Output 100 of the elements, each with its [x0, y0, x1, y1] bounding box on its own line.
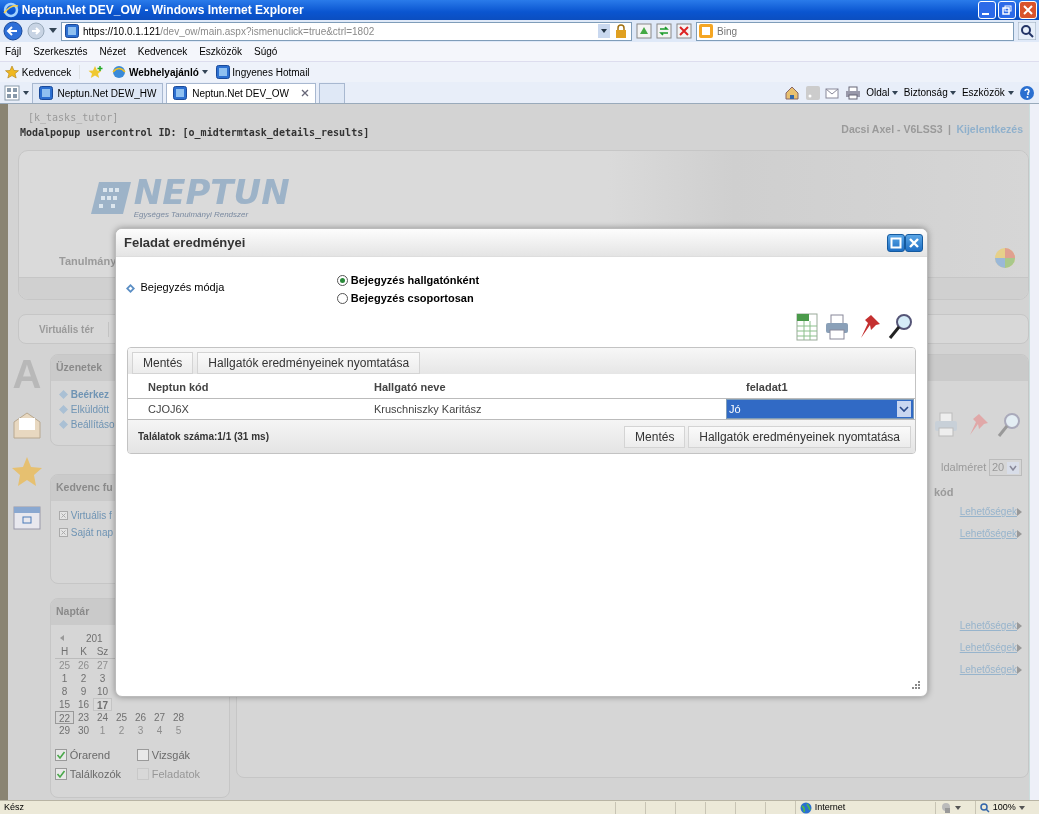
- checkbox-label: Feladatok: [151, 766, 201, 782]
- globe-icon: [800, 801, 812, 814]
- close-button[interactable]: [905, 233, 923, 252]
- browser-logo-icon: [3, 2, 19, 18]
- caret-icon: [1018, 805, 1025, 810]
- caret-icon[interactable]: [954, 805, 961, 810]
- browser-tab[interactable]: Neptun.Net DEW_HW: [31, 82, 164, 103]
- calendar-day[interactable]: 2: [112, 724, 131, 737]
- calendar-day[interactable]: 17: [93, 698, 112, 711]
- checkbox[interactable]: [55, 767, 67, 780]
- menu-item[interactable]: Súgó: [254, 44, 278, 59]
- menu-item[interactable]: Nézet: [99, 44, 126, 59]
- pie-chart-icon: [994, 247, 1016, 269]
- menu-item[interactable]: Eszközök: [199, 44, 242, 59]
- calendar-day[interactable]: 2: [74, 672, 93, 685]
- radio-button[interactable]: [337, 292, 348, 304]
- favorite-link[interactable]: Virtuális f: [70, 508, 112, 523]
- calendar-day[interactable]: 10: [93, 685, 112, 698]
- refresh-icon[interactable]: [656, 23, 672, 39]
- spreadsheet-icon[interactable]: [794, 312, 819, 342]
- command-menu[interactable]: Eszközök: [961, 85, 1014, 100]
- resize-grip-icon[interactable]: [911, 680, 921, 690]
- radio-button[interactable]: [337, 274, 348, 286]
- calendar-day[interactable]: 15: [55, 698, 74, 711]
- star-icon: [11, 456, 43, 488]
- calendar-day[interactable]: 5: [169, 724, 188, 737]
- printer-icon[interactable]: [824, 312, 850, 342]
- toolbar-button[interactable]: Mentés: [132, 352, 194, 374]
- calendar-day[interactable]: 25: [112, 711, 131, 724]
- calendar-day[interactable]: 9: [74, 685, 93, 698]
- calendar-day[interactable]: 22: [55, 711, 74, 724]
- help-icon[interactable]: [1019, 84, 1035, 101]
- weekday-label: K: [79, 645, 88, 658]
- search-field[interactable]: Bing: [696, 21, 1014, 41]
- calendar-day[interactable]: 3: [93, 672, 112, 685]
- checkbox[interactable]: [55, 749, 67, 762]
- mail-icon[interactable]: [825, 86, 840, 99]
- calendar-day[interactable]: 16: [74, 698, 93, 711]
- calendar-day[interactable]: 27: [93, 659, 112, 672]
- zoom-button[interactable]: 100%: [975, 800, 1035, 814]
- favorites-button[interactable]: Kedvencek: [5, 64, 72, 80]
- maximize-button[interactable]: [887, 233, 905, 252]
- toolbar-button[interactable]: Hallgatók eredményeinek nyomtatása: [197, 352, 421, 374]
- message-folder-link[interactable]: Beállításo: [70, 417, 115, 432]
- calendar-day[interactable]: 30: [74, 724, 93, 737]
- address-field[interactable]: https://10.0.1.121/dev_ow/main.aspx?ismenuclick=true&ctrl=1802: [61, 21, 632, 41]
- remove-icon[interactable]: [59, 511, 68, 520]
- browser-tab[interactable]: Neptun.Net DEV_OW: [166, 82, 317, 103]
- calendar-day[interactable]: 29: [55, 724, 74, 737]
- grade-select[interactable]: Jó: [726, 399, 914, 419]
- calendar-day[interactable]: 4: [150, 724, 169, 737]
- message-folder-link[interactable]: Elküldött: [70, 402, 110, 417]
- footer-button[interactable]: Hallgatók eredményeinek nyomtatása: [688, 425, 911, 448]
- calendar-day[interactable]: 3: [131, 724, 150, 737]
- calendar-day[interactable]: 26: [74, 659, 93, 672]
- favorites-link[interactable]: Ingyenes Hotmail: [215, 64, 310, 80]
- calendar-day[interactable]: 8: [55, 685, 74, 698]
- favorites-link[interactable]: Webhelyajánló: [112, 64, 208, 80]
- logo-text: NEPTUN: [133, 175, 290, 209]
- caret-icon[interactable]: [49, 28, 57, 34]
- nav-tab[interactable]: Virtuális tér: [19, 321, 109, 337]
- calendar-day[interactable]: 24: [93, 711, 112, 724]
- magnifier-icon[interactable]: [887, 312, 913, 342]
- printer-icon[interactable]: [844, 85, 861, 100]
- menu-item[interactable]: Szerkesztés: [33, 44, 88, 59]
- caret-icon: [1007, 461, 1019, 474]
- home-icon[interactable]: [784, 85, 801, 100]
- close-icon[interactable]: [301, 89, 310, 97]
- back-button[interactable]: [3, 21, 23, 41]
- check-icon: [56, 750, 66, 761]
- menu-item[interactable]: Tanulmány: [59, 252, 117, 269]
- calendar-day[interactable]: 1: [93, 724, 112, 737]
- favorite-link[interactable]: Saját nap: [70, 525, 113, 540]
- calendar-day[interactable]: 25: [55, 659, 74, 672]
- search-icon[interactable]: [1018, 22, 1036, 40]
- status-text: Kész: [4, 800, 25, 814]
- calendar-day[interactable]: 1: [55, 672, 74, 685]
- message-folder-link[interactable]: Beérkez: [70, 387, 110, 402]
- command-menu[interactable]: Oldal: [866, 85, 899, 100]
- restore-button[interactable]: [998, 1, 1017, 19]
- close-icon: [908, 236, 920, 249]
- caret-icon: [1007, 90, 1014, 95]
- command-menu[interactable]: Biztonság: [903, 85, 957, 100]
- menu-item[interactable]: Fájl: [5, 44, 22, 59]
- remove-icon[interactable]: [59, 528, 68, 537]
- calendar-day[interactable]: 27: [150, 711, 169, 724]
- minimize-button[interactable]: [977, 1, 996, 19]
- calendar-day[interactable]: 28: [169, 711, 188, 724]
- checkbox[interactable]: [137, 749, 149, 762]
- add-favorite-icon[interactable]: [88, 65, 105, 79]
- caret-icon[interactable]: [22, 90, 29, 95]
- scrollbar[interactable]: [1029, 104, 1039, 800]
- menu-item[interactable]: Kedvencek: [137, 44, 188, 59]
- calendar-day[interactable]: 23: [74, 711, 93, 724]
- checkbox-label: Órarend: [69, 748, 111, 763]
- caret-right-icon: [1017, 621, 1022, 630]
- calendar-day[interactable]: 26: [131, 711, 150, 724]
- footer-button[interactable]: Mentés: [624, 425, 686, 448]
- page-size-select[interactable]: 20: [989, 459, 1022, 476]
- stop-icon[interactable]: [676, 23, 692, 39]
